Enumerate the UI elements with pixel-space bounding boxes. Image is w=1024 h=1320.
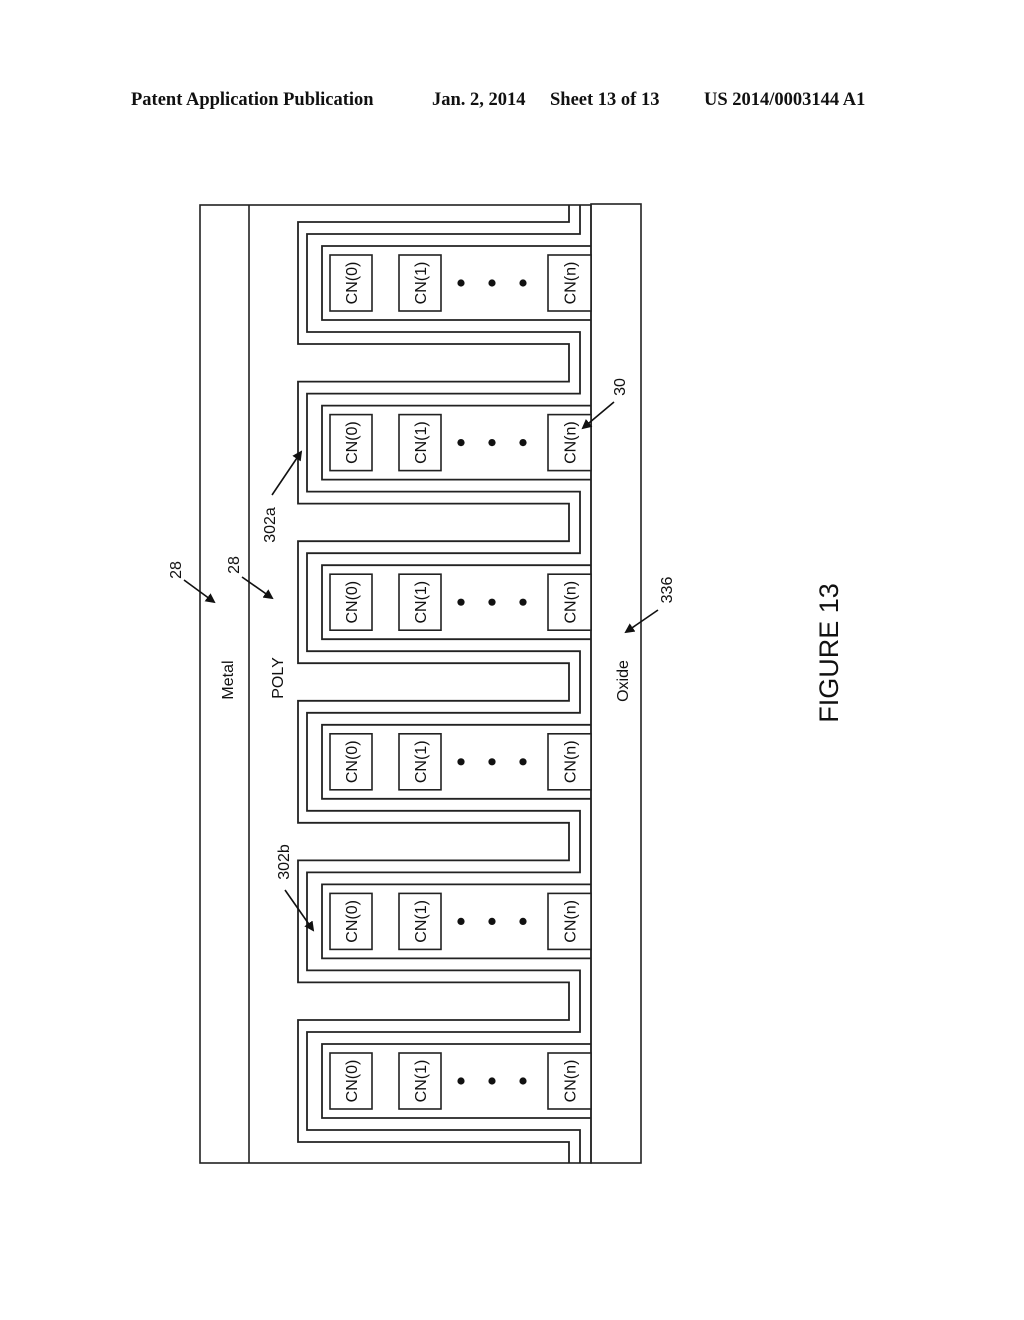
- ellipsis-dot: [488, 758, 496, 766]
- ellipsis-dot: [488, 279, 496, 287]
- ref-302a: 302a: [262, 507, 279, 543]
- ellipsis-dot: [519, 917, 527, 926]
- carbon-nanotube-label: CN(0): [344, 421, 361, 464]
- arrow-336: [624, 609, 659, 634]
- ellipsis-dot: [488, 1077, 496, 1085]
- ellipsis-dot: [457, 279, 465, 287]
- nanotube-cell: CN(0) CN(1) CN(n): [321, 723, 592, 800]
- ellipsis-dot: [519, 598, 527, 606]
- arrow-302b: [284, 889, 315, 932]
- ellipsis-dot: [457, 758, 465, 766]
- figure-13-diagram: CN(0) CN(1) CN(n) CN(0) CN(1) CN(n) CN(0) CN(1)…: [168, 203, 844, 1164]
- carbon-nanotube-label: CN(0): [344, 900, 361, 943]
- ellipsis-dot: [519, 439, 527, 447]
- carbon-nanotube-label: CN(n): [563, 900, 580, 943]
- arrow-28-metal: [183, 579, 216, 604]
- poly-meander-outer-line: [297, 205, 570, 1163]
- nanotube-cell: CN(0) CN(1) CN(n): [321, 883, 592, 960]
- carbon-nanotube-label: CN(n): [563, 262, 580, 305]
- carbon-nanotube-label: CN(1): [413, 421, 430, 464]
- carbon-nanotube-label: CN(1): [413, 581, 430, 624]
- carbon-nanotube-label: CN(1): [413, 900, 430, 943]
- ellipsis-dot: [519, 279, 527, 287]
- figure-title: FIGURE 13: [814, 583, 844, 723]
- carbon-nanotube-label: CN(1): [413, 262, 430, 305]
- nanotube-cell: CN(0) CN(1) CN(n): [321, 1043, 592, 1119]
- carbon-nanotube-label: CN(0): [344, 262, 361, 305]
- nanotube-cell: CN(0) CN(1) CN(n): [321, 564, 592, 641]
- ellipsis-dot: [488, 439, 496, 447]
- arrow-302a: [271, 450, 303, 496]
- ref-336: 336: [659, 577, 676, 604]
- ref-28-metal: 28: [168, 561, 185, 579]
- carbon-nanotube-label: CN(0): [344, 740, 361, 783]
- carbon-nanotube-label: CN(0): [344, 1060, 361, 1103]
- ref-302b: 302b: [276, 844, 293, 880]
- arrow-28-poly: [241, 576, 274, 600]
- ellipsis-dot: [457, 598, 465, 606]
- oxide-label: Oxide: [615, 660, 632, 702]
- carbon-nanotube-label: CN(1): [413, 1060, 430, 1103]
- carbon-nanotube-label: CN(n): [563, 1060, 580, 1103]
- ellipsis-dot: [519, 1077, 527, 1085]
- ellipsis-dot: [519, 758, 527, 766]
- nanotube-cell: CN(0) CN(1) CN(n): [321, 404, 592, 481]
- carbon-nanotube-label: CN(n): [563, 581, 580, 624]
- ellipsis-dot: [457, 917, 465, 926]
- ref-28-poly: 28: [226, 556, 243, 574]
- ref-30: 30: [612, 378, 629, 396]
- ellipsis-dot: [457, 439, 465, 447]
- ellipsis-dot: [457, 1077, 465, 1085]
- carbon-nanotube-label: CN(0): [344, 581, 361, 624]
- metal-label: Metal: [220, 660, 237, 699]
- ellipsis-dot: [488, 598, 496, 606]
- carbon-nanotube-label: CN(1): [413, 740, 430, 783]
- nanotube-cell: CN(0) CN(1) CN(n): [321, 245, 592, 321]
- ellipsis-dot: [488, 917, 496, 926]
- carbon-nanotube-label: CN(n): [563, 421, 580, 464]
- nanotube-cells: CN(0) CN(1) CN(n) CN(0) CN(1) CN(n) CN(0) CN(1)…: [321, 245, 592, 1119]
- poly-label: POLY: [270, 657, 287, 699]
- carbon-nanotube-label: CN(n): [563, 740, 580, 783]
